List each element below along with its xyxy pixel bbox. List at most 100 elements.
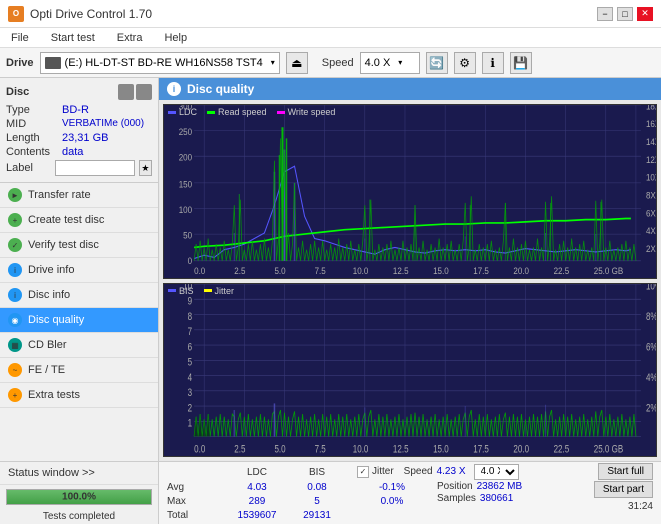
svg-text:22.5: 22.5 [554,266,570,277]
disc-quality-icon: ◉ [8,313,22,327]
sidebar-item-disc-quality[interactable]: ◉ Disc quality [0,308,158,333]
save-button[interactable]: 💾 [510,52,532,74]
info-button[interactable]: ℹ [482,52,504,74]
svg-text:50: 50 [183,230,192,241]
eject-button[interactable]: ⏏ [286,52,308,74]
legend-read-speed-dot [207,111,215,114]
bis-col-label: BIS [309,467,325,478]
sidebar-item-disc-info[interactable]: i Disc info [0,283,158,308]
drive-select[interactable]: (E:) HL-DT-ST BD-RE WH16NS58 TST4 ▾ [40,52,280,74]
speed-selector[interactable]: 4.0 X 2.0 X 1.0 X [474,464,519,480]
legend-read-speed-label: Read speed [218,107,267,117]
chart1-legend: LDC Read speed Write speed [168,107,335,117]
sidebar-item-fe-te-label: FE / TE [28,364,65,376]
disc-btn1[interactable] [118,84,134,100]
speed-select[interactable]: 4.0 X ▾ [360,52,420,74]
fe-te-icon: ~ [8,363,22,377]
stats-row-labels: Avg Max Total [167,481,227,522]
sidebar-item-create-test-disc[interactable]: + Create test disc [0,208,158,233]
svg-text:15.0: 15.0 [433,266,449,277]
settings-button[interactable]: ⚙ [454,52,476,74]
disc-label-btn[interactable]: ★ [139,160,152,176]
sidebar-item-extra-tests-label: Extra tests [28,389,80,401]
position-data-col: Position 23862 MB Samples 380661 [437,481,522,504]
refresh-button[interactable]: 🔄 [426,52,448,74]
maximize-button[interactable]: □ [617,7,633,21]
sidebar-item-transfer-rate[interactable]: ► Transfer rate [0,183,158,208]
chart2-svg: 10 9 8 7 6 5 4 3 2 1 10% 8% 6% 4% 2% [164,284,656,457]
sidebar-item-transfer-rate-label: Transfer rate [28,189,91,201]
svg-text:18X: 18X [646,105,656,112]
svg-text:10X: 10X [646,172,656,183]
time-display: 31:24 [628,501,653,512]
ldc-col-label: LDC [247,467,267,478]
sidebar-menu: ► Transfer rate + Create test disc ✓ Ver… [0,183,158,461]
legend-write-speed-dot [277,111,285,114]
chart-ldc: LDC Read speed Write speed [163,104,657,279]
svg-text:25.0 GB: 25.0 GB [594,266,624,277]
jitter-data-col: -0.1% 0.0% [357,481,427,508]
bis-max: 5 [287,495,347,508]
speed-label: Speed [322,57,354,69]
speed-dropdown-arrow: ▾ [398,58,402,67]
legend-jitter: Jitter [204,286,235,296]
app-title: Opti Drive Control 1.70 [30,7,152,21]
svg-text:20.0: 20.0 [513,442,529,454]
verify-test-disc-icon: ✓ [8,238,22,252]
status-completed-text: Tests completed [0,509,158,524]
svg-text:8: 8 [188,309,192,321]
legend-ldc-dot [168,111,176,114]
speed-info: Speed 4.23 X [404,466,466,477]
disc-type-label: Type [6,104,62,116]
menu-help[interactable]: Help [161,31,190,45]
svg-text:7: 7 [188,324,192,336]
start-part-button[interactable]: Start part [594,481,653,498]
speed-value: 4.0 X [365,57,391,69]
sidebar-item-cd-bler[interactable]: ▦ CD Bler [0,333,158,358]
sidebar-item-verify-test-disc[interactable]: ✓ Verify test disc [0,233,158,258]
menu-file[interactable]: File [8,31,32,45]
svg-text:4%: 4% [646,370,656,382]
stats-header-row: LDC BIS ✓ Jitter Speed 4.23 X 4.0 X 2.0 … [159,462,661,481]
legend-read-speed: Read speed [207,107,267,117]
jitter-check[interactable]: ✓ Jitter [357,466,394,478]
menu-start-test[interactable]: Start test [48,31,98,45]
sidebar-item-fe-te[interactable]: ~ FE / TE [0,358,158,383]
speed-display: 4.23 X [437,466,466,477]
sidebar-item-disc-info-label: Disc info [28,289,70,301]
disc-btn2[interactable] [136,84,152,100]
close-button[interactable]: ✕ [637,7,653,21]
svg-text:16X: 16X [646,119,656,130]
legend-jitter-label: Jitter [215,286,235,296]
svg-text:22.5: 22.5 [554,442,570,454]
drive-dropdown-arrow: ▾ [271,58,275,67]
svg-text:100: 100 [179,205,193,216]
sidebar-item-extra-tests[interactable]: + Extra tests [0,383,158,408]
disc-quality-header: i Disc quality [159,78,661,100]
svg-text:10.0: 10.0 [353,266,369,277]
minimize-button[interactable]: − [597,7,613,21]
svg-text:14X: 14X [646,137,656,148]
menu-extra[interactable]: Extra [114,31,146,45]
chart1-svg: 300 250 200 150 100 50 0 18X 16X 14X 12X… [164,105,656,278]
max-row-label: Max [167,495,227,508]
svg-text:0: 0 [188,256,193,267]
sidebar-item-drive-info[interactable]: i Drive info [0,258,158,283]
svg-text:12.5: 12.5 [393,266,409,277]
status-window-button[interactable]: Status window >> [0,462,158,485]
progress-bar-container: 100.0% [6,489,152,505]
svg-text:250: 250 [179,127,193,138]
disc-label-input[interactable] [55,160,135,176]
extra-tests-icon: + [8,388,22,402]
jitter-avg: -0.1% [357,481,427,494]
sidebar-item-verify-test-disc-label: Verify test disc [28,239,99,251]
start-full-button[interactable]: Start full [598,463,653,480]
samples-label: Samples [437,493,476,504]
svg-text:17.5: 17.5 [473,442,489,454]
sidebar-item-create-test-disc-label: Create test disc [28,214,104,226]
svg-text:4X: 4X [646,226,656,237]
disc-info-icon: i [8,288,22,302]
disc-quality-header-icon: i [167,82,181,96]
legend-ldc-label: LDC [179,107,197,117]
jitter-checkbox[interactable]: ✓ [357,466,369,478]
